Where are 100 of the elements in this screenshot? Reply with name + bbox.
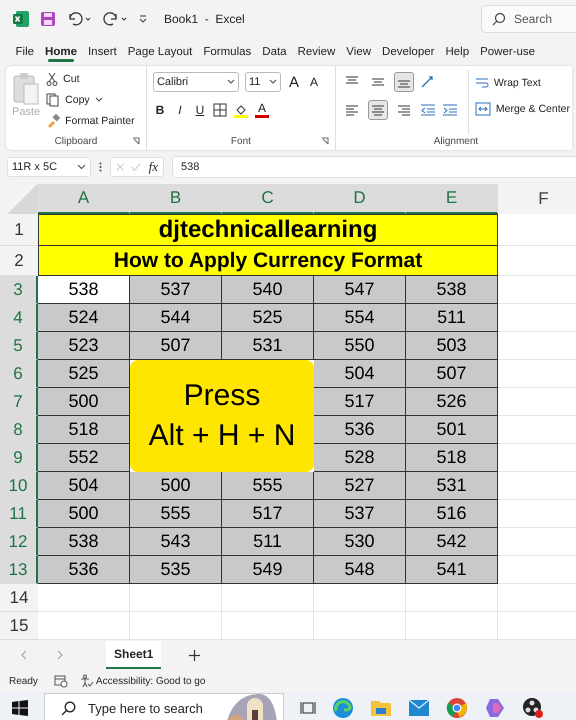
bold-button[interactable]: B (152, 103, 167, 117)
row-header[interactable]: 10 (0, 472, 38, 500)
row-header[interactable]: 12 (0, 528, 38, 556)
ribbon-tab[interactable]: File (10, 42, 40, 62)
row-header[interactable]: 9 (0, 444, 38, 472)
font-color-button[interactable]: A (254, 102, 269, 118)
decrease-font-button[interactable]: A (306, 75, 321, 89)
table-cell: 537 (130, 276, 222, 304)
row-header[interactable]: 8 (0, 416, 38, 444)
font-name-dropdown[interactable]: Calibri (152, 72, 239, 92)
insert-function-button[interactable]: fx (148, 159, 158, 175)
decrease-indent-icon[interactable] (420, 103, 436, 117)
name-box[interactable]: 11R x 5C (7, 157, 91, 177)
ribbon-tab[interactable]: Developer (376, 42, 440, 62)
table-cell: 549 (222, 556, 314, 584)
ribbon-tab[interactable]: Insert (82, 42, 122, 62)
row-header[interactable]: 1 (0, 214, 38, 246)
row-header[interactable]: 7 (0, 388, 38, 416)
sheet-tab[interactable]: Sheet1 (106, 641, 162, 669)
ribbon-tab[interactable]: Home (40, 42, 82, 62)
table-cell: 526 (406, 388, 498, 416)
search-field[interactable]: Search (481, 5, 576, 33)
table-cell: 504 (314, 360, 406, 388)
ribbon-tab[interactable]: Review (292, 42, 341, 62)
copy-button[interactable]: Copy (46, 91, 135, 109)
row-header[interactable]: 2 (0, 246, 38, 276)
borders-icon[interactable] (212, 103, 227, 117)
row-header[interactable]: 13 (0, 556, 38, 584)
ribbon-tab[interactable]: Help (440, 42, 475, 62)
task-view-icon[interactable] (300, 700, 316, 716)
table-cell: 538 (38, 276, 130, 304)
table-cell: 518 (38, 416, 130, 444)
enter-check-icon[interactable] (131, 162, 142, 172)
table-cell: 536 (38, 556, 130, 584)
taskbar-search-field[interactable]: Type here to search (44, 693, 284, 720)
column-header[interactable]: E (406, 184, 498, 214)
more-options-icon[interactable] (99, 162, 102, 172)
table-cell: 543 (130, 528, 222, 556)
scroll-left-icon[interactable] (20, 650, 28, 660)
row-header[interactable]: 5 (0, 332, 38, 360)
format-painter-button[interactable]: Format Painter (46, 112, 135, 130)
table-cell: 542 (406, 528, 498, 556)
copilot-icon[interactable] (484, 697, 506, 719)
table-cell: 528 (314, 444, 406, 472)
ribbon-tab[interactable]: Power-use (474, 42, 541, 62)
column-header[interactable]: A (38, 184, 130, 214)
cut-button[interactable]: Cut (46, 70, 135, 88)
merged-title-cell: djtechnicallearning (38, 214, 498, 246)
row-header[interactable]: 14 (0, 584, 38, 612)
horizontal-align-button[interactable] (368, 100, 388, 120)
accessibility-status[interactable]: Accessibility: Good to go (80, 674, 206, 688)
customize-toolbar-icon[interactable] (138, 14, 148, 24)
column-header[interactable]: F (498, 184, 576, 214)
wrap-text-button[interactable]: Wrap Text (474, 74, 570, 92)
save-icon[interactable] (40, 11, 56, 27)
table-cell: 541 (406, 556, 498, 584)
table-cell: 524 (38, 304, 130, 332)
font-size-dropdown[interactable]: 11 (244, 72, 281, 92)
edge-browser-icon[interactable] (332, 697, 354, 719)
mail-icon[interactable] (408, 699, 430, 717)
row-header[interactable]: 11 (0, 500, 38, 528)
add-sheet-icon[interactable] (189, 650, 200, 660)
italic-button[interactable]: I (172, 103, 187, 117)
underline-button[interactable]: U (192, 103, 207, 117)
vertical-align-button[interactable] (394, 72, 414, 92)
recording-app-icon[interactable] (522, 697, 544, 719)
table-cell: 511 (406, 304, 498, 332)
ribbon-tab[interactable]: Data (256, 42, 292, 62)
table-cell: 554 (314, 304, 406, 332)
ribbon-tab[interactable]: Page Layout (122, 42, 198, 62)
table-cell: 537 (314, 500, 406, 528)
table-cell: 535 (130, 556, 222, 584)
chrome-browser-icon[interactable] (446, 697, 468, 719)
scroll-right-icon[interactable] (56, 650, 64, 660)
increase-font-button[interactable]: A (286, 74, 301, 90)
table-cell: 550 (314, 332, 406, 360)
row-header[interactable]: 15 (0, 612, 38, 640)
column-header[interactable]: B (130, 184, 222, 214)
dialog-launcher-icon[interactable] (320, 137, 329, 145)
ribbon-tab[interactable]: Formulas (198, 42, 257, 62)
dialog-launcher-icon[interactable] (132, 137, 140, 145)
table-cell: 500 (38, 388, 130, 416)
macro-recording-icon[interactable] (54, 674, 68, 688)
redo-icon[interactable] (102, 11, 128, 27)
table-cell: 555 (222, 472, 314, 500)
paintbrush-icon (46, 114, 60, 128)
column-header[interactable]: D (314, 184, 406, 214)
windows-start-icon[interactable] (12, 700, 28, 716)
table-cell: 531 (406, 472, 498, 500)
table-cell: 523 (38, 332, 130, 360)
group-label: Alignment (434, 136, 478, 146)
column-header[interactable]: C (222, 184, 314, 214)
row-header[interactable]: 4 (0, 304, 38, 332)
ribbon-tab[interactable]: View (340, 42, 377, 62)
merge-center-button[interactable]: Merge & Center (474, 100, 570, 118)
increase-indent-icon[interactable] (442, 103, 458, 117)
formula-input[interactable]: 538 (172, 156, 576, 178)
row-header[interactable]: 3 (0, 276, 38, 304)
folder-icon[interactable] (370, 698, 392, 718)
row-header[interactable]: 6 (0, 360, 38, 388)
